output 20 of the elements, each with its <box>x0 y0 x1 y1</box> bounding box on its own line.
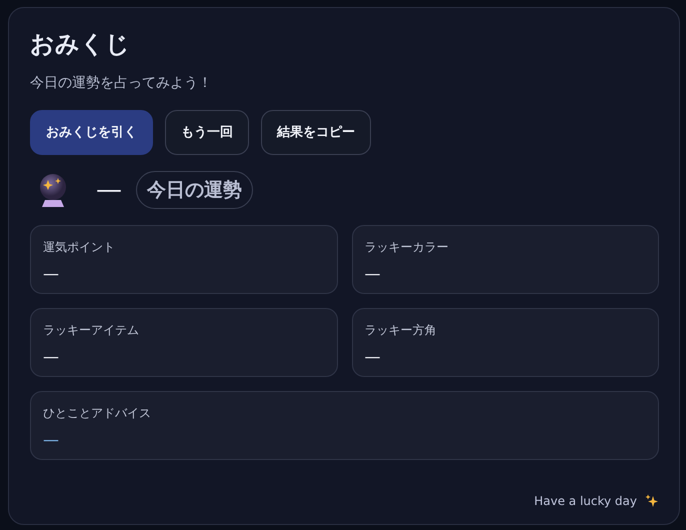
card-value: — <box>43 432 59 448</box>
action-button[interactable]: 結果をコピー <box>261 110 371 155</box>
card-value: — <box>364 266 380 282</box>
crystal-ball-icon <box>38 172 68 208</box>
card-value: — <box>43 349 59 366</box>
card-value: — <box>364 349 380 366</box>
fortune-text: — <box>96 177 122 204</box>
card-label: ひとことアドバイス <box>43 405 152 422</box>
card-label: ラッキーカラー <box>364 239 450 256</box>
sparkles-icon <box>645 494 659 508</box>
draw-button[interactable]: おみくじを引く <box>30 110 153 155</box>
fortune-tag: 今日の運勢 <box>136 170 253 210</box>
app-title: おみくじ <box>30 30 131 59</box>
card-label: 運気ポイント <box>43 239 116 256</box>
action-button[interactable]: もう一回 <box>165 110 249 155</box>
card-label: ラッキー方角 <box>364 322 438 340</box>
card-value: — <box>43 266 59 282</box>
subtitle: 今日の運勢を占ってみよう！ <box>30 74 213 93</box>
footer-text: Have a lucky day <box>534 493 637 510</box>
card-label: ラッキーアイテム <box>43 322 140 340</box>
